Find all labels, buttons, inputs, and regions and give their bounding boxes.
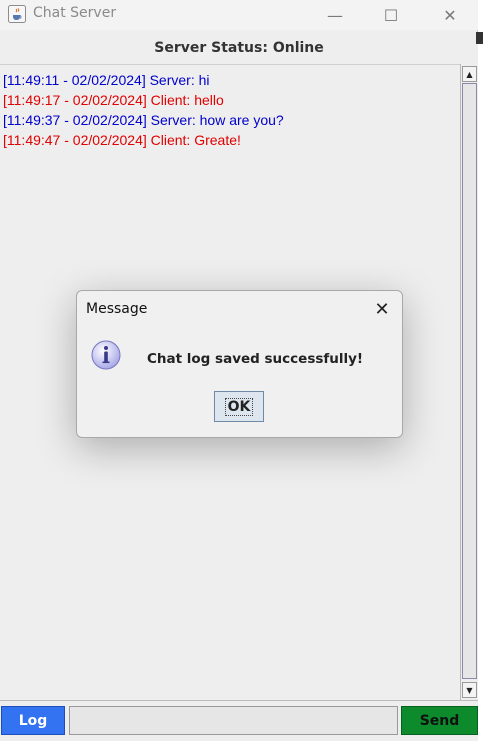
close-window-button[interactable]: ✕ xyxy=(427,0,473,30)
window-title: Chat Server xyxy=(33,5,117,21)
scroll-thumb[interactable] xyxy=(462,83,477,679)
dialog-title: Message xyxy=(86,301,148,317)
chat-scrollbar[interactable]: ▲ ▼ xyxy=(460,64,478,700)
chat-message: [11:49:37 - 02/02/2024] Server: how are … xyxy=(3,112,284,128)
window-edge xyxy=(476,32,483,44)
title-bar[interactable]: Chat Server — ☐ ✕ xyxy=(0,0,478,30)
maximize-button[interactable]: ☐ xyxy=(368,0,414,30)
dialog-close-button[interactable]: ✕ xyxy=(367,295,397,323)
server-status-label: Server Status: Online xyxy=(0,32,478,64)
info-icon xyxy=(91,340,121,370)
chat-messages: [11:49:11 - 02/02/2024] Server: hi [11:4… xyxy=(3,70,284,150)
dialog-message: Chat log saved successfully! xyxy=(147,351,364,367)
java-cup-icon xyxy=(8,5,26,23)
scroll-up-button[interactable]: ▲ xyxy=(462,66,477,82)
message-input[interactable] xyxy=(69,706,398,735)
send-button[interactable]: Send xyxy=(401,706,478,735)
scroll-down-button[interactable]: ▼ xyxy=(462,682,477,698)
minimize-button[interactable]: — xyxy=(312,0,358,30)
log-button[interactable]: Log xyxy=(1,706,65,735)
chat-message: [11:49:17 - 02/02/2024] Client: hello xyxy=(3,92,224,108)
input-bar: Log Send xyxy=(0,700,478,741)
message-dialog: Message ✕ Chat log saved successfully! O… xyxy=(76,290,403,438)
chat-message: [11:49:47 - 02/02/2024] Client: Greate! xyxy=(3,132,241,148)
chat-message: [11:49:11 - 02/02/2024] Server: hi xyxy=(3,72,210,88)
ok-button-label: OK xyxy=(224,397,254,416)
ok-button[interactable]: OK xyxy=(214,391,264,422)
